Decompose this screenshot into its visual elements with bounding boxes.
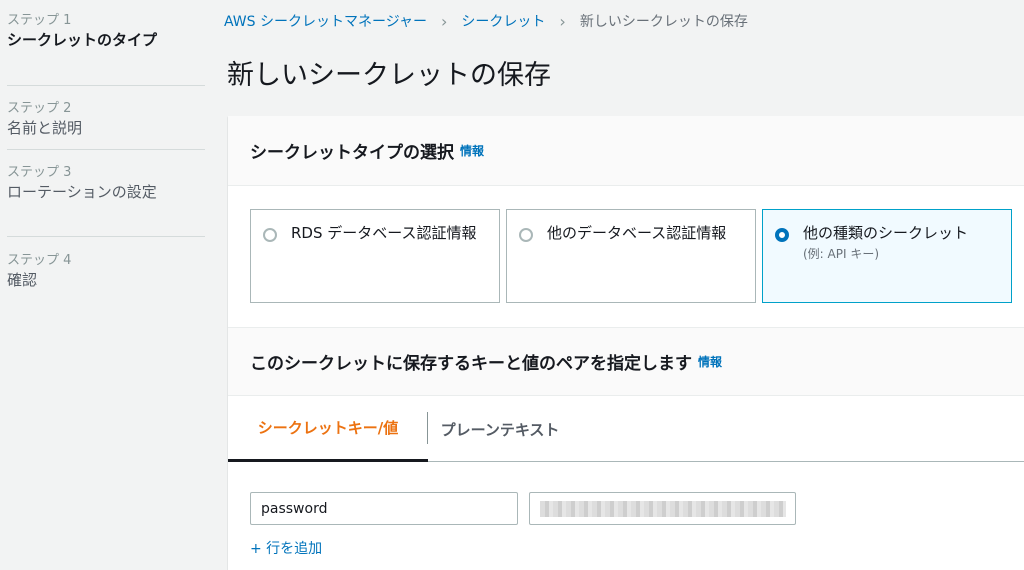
radio-button[interactable] <box>519 228 533 242</box>
option-sublabel: (例: API キー) <box>803 247 880 261</box>
sidebar-step-1[interactable]: ステップ 1 シークレットのタイプ <box>7 12 205 86</box>
sidebar-step-2[interactable]: ステップ 2 名前と説明 <box>7 100 205 150</box>
main-panel: シークレットタイプの選択 情報 RDS データベース認証情報 他のデータベース認… <box>228 116 1024 570</box>
page-title: 新しいシークレットの保存 <box>227 60 551 91</box>
step-number: ステップ 2 <box>7 101 72 116</box>
secret-value-tabs: シークレットキー/値 プレーンテキスト <box>228 396 1024 462</box>
step-title: シークレットのタイプ <box>7 31 158 49</box>
chevron-right-icon: › <box>441 11 448 31</box>
option-other-secret-type[interactable]: 他の種類のシークレット (例: API キー) <box>762 209 1012 303</box>
add-row-link[interactable]: + 行を追加 <box>250 538 322 558</box>
option-label: RDS データベース認証情報 <box>291 224 477 242</box>
secret-value-input[interactable] <box>529 492 796 525</box>
sidebar-step-4[interactable]: ステップ 4 確認 <box>7 252 205 302</box>
step-number: ステップ 3 <box>7 165 72 180</box>
step-title: ローテーションの設定 <box>7 183 157 201</box>
option-label: 他の種類のシークレット <box>803 224 969 242</box>
step-title: 確認 <box>7 271 38 289</box>
step-number: ステップ 1 <box>7 13 72 28</box>
secret-type-info-link[interactable]: 情報 <box>460 142 484 159</box>
option-label: 他のデータベース認証情報 <box>547 224 727 242</box>
breadcrumb-secrets[interactable]: シークレット <box>461 11 545 31</box>
option-other-db-credentials[interactable]: 他のデータベース認証情報 <box>506 209 756 303</box>
masked-value <box>540 501 786 517</box>
secret-key-input[interactable] <box>250 492 518 525</box>
radio-button-selected[interactable] <box>775 228 789 242</box>
secret-type-header: シークレットタイプの選択 情報 <box>228 116 1024 186</box>
key-value-header: このシークレットに保存するキーと値のペアを指定します 情報 <box>228 328 1024 396</box>
tab-secret-key-value[interactable]: シークレットキー/値 <box>228 396 428 462</box>
breadcrumb: AWS シークレットマネージャー › シークレット › 新しいシークレットの保存 <box>224 10 748 32</box>
tab-plaintext[interactable]: プレーンテキスト <box>428 396 572 462</box>
wizard-steps-sidebar: ステップ 1 シークレットのタイプ ステップ 2 名前と説明 ステップ 3 ロー… <box>0 0 205 570</box>
radio-button[interactable] <box>263 228 277 242</box>
chevron-right-icon: › <box>559 11 566 31</box>
breadcrumb-current: 新しいシークレットの保存 <box>579 14 748 30</box>
sidebar-step-3[interactable]: ステップ 3 ローテーションの設定 <box>7 164 205 237</box>
key-value-info-link[interactable]: 情報 <box>698 353 722 370</box>
key-value-heading: このシークレットに保存するキーと値のペアを指定します <box>250 354 692 374</box>
step-title: 名前と説明 <box>7 119 83 137</box>
breadcrumb-secrets-manager[interactable]: AWS シークレットマネージャー <box>224 11 427 31</box>
option-rds-credentials[interactable]: RDS データベース認証情報 <box>250 209 500 303</box>
step-number: ステップ 4 <box>7 253 72 268</box>
secret-type-heading: シークレットタイプの選択 <box>250 143 454 163</box>
